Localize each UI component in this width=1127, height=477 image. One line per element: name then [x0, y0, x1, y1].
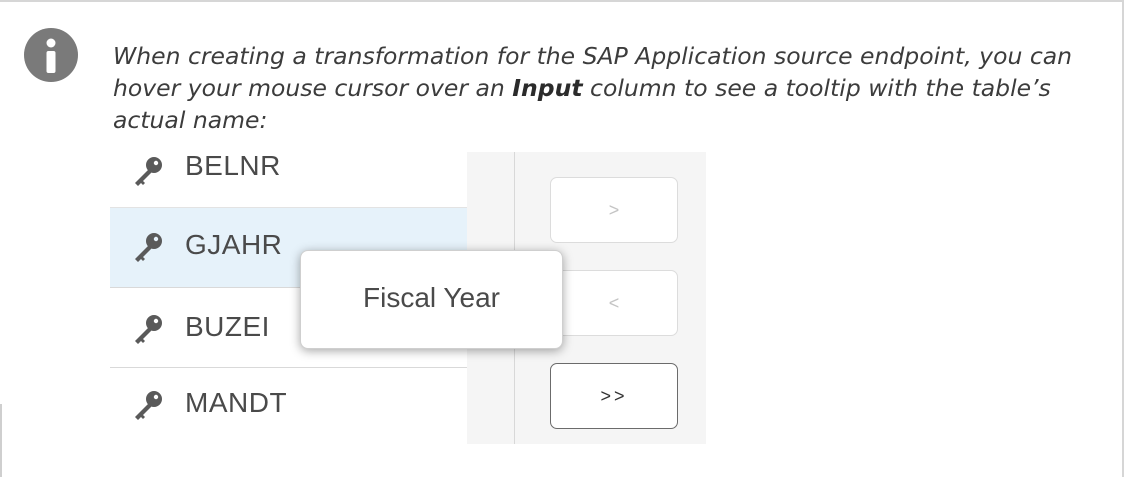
- list-item-label: MANDT: [185, 387, 288, 418]
- note-bold-input: Input: [512, 74, 583, 102]
- list-item[interactable]: MANDT: [110, 368, 514, 444]
- note-text: When creating a transformation for the S…: [113, 40, 1103, 136]
- list-item-label: BUZEI: [185, 311, 270, 342]
- note-left-border: [0, 404, 2, 477]
- move-left-button[interactable]: <: [550, 270, 678, 336]
- move-right-button[interactable]: >: [550, 177, 678, 243]
- list-item[interactable]: BELNR: [110, 152, 514, 208]
- key-icon: [135, 391, 162, 420]
- move-all-button[interactable]: >>: [550, 363, 678, 429]
- info-icon: [24, 28, 78, 82]
- key-icon: [135, 315, 162, 344]
- tooltip: Fiscal Year: [300, 250, 563, 349]
- list-item-label: BELNR: [185, 152, 281, 181]
- key-icon: [135, 157, 162, 186]
- list-item-label: GJAHR: [185, 229, 283, 260]
- tooltip-text: Fiscal Year: [363, 281, 500, 313]
- key-icon: [135, 233, 162, 262]
- embedded-screenshot: BELNR GJAHR BUZEI MANDT > < >> Fiscal Ye…: [110, 152, 706, 444]
